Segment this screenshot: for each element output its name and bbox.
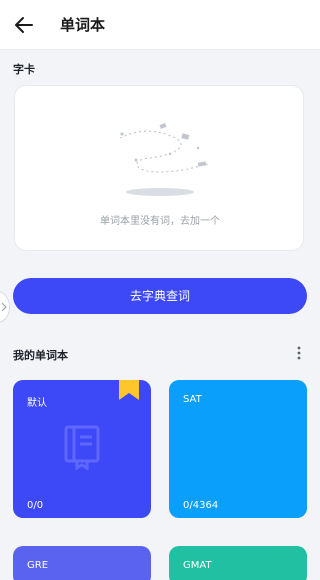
wordbook-name: SAT (183, 394, 202, 405)
chevron-right-icon (1, 302, 7, 312)
wordbook-card-gre[interactable]: GRE (13, 546, 151, 580)
wordbook-card-sat[interactable]: SAT 0/4364 (169, 380, 307, 518)
top-app-bar: 单词本 (0, 0, 320, 50)
wordbook-card-default[interactable]: 默认 0/0 (13, 380, 151, 518)
wordbook-name: GRE (27, 560, 49, 571)
bookmark-icon (119, 380, 139, 400)
side-drawer-handle[interactable] (0, 290, 10, 324)
card-section-label: 字卡 (13, 63, 35, 76)
wordbook-count: 0/4364 (183, 500, 219, 511)
more-vertical-icon[interactable] (293, 345, 305, 361)
empty-card-panel: 单词本里没有词，去加一个 (14, 85, 304, 251)
wordbook-card-gmat[interactable]: GMAT (169, 546, 307, 580)
empty-illustration-icon (119, 123, 209, 196)
wordbook-name: 默认 (27, 398, 47, 409)
book-icon (64, 425, 100, 470)
wordbook-count: 0/0 (27, 500, 44, 511)
empty-hint-text: 单词本里没有词，去加一个 (100, 216, 220, 227)
page-title: 单词本 (60, 16, 106, 34)
my-books-label: 我的单词本 (13, 349, 68, 362)
go-to-dictionary-button[interactable]: 去字典查词 (13, 278, 307, 314)
wordbook-name: GMAT (183, 560, 212, 571)
arrow-left-icon[interactable] (12, 13, 36, 37)
